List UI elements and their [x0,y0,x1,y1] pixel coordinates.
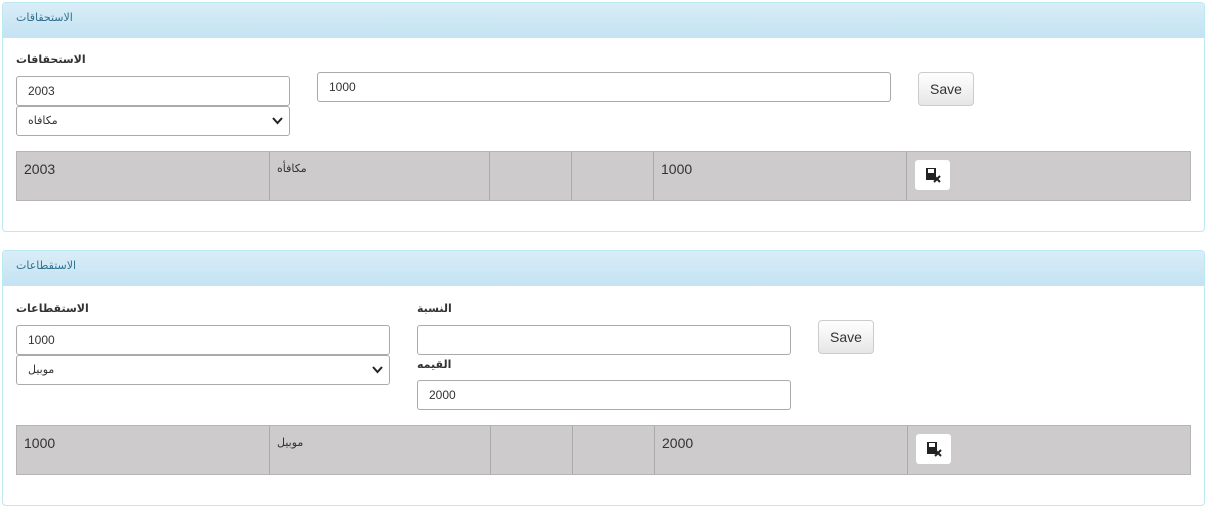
entitlements-heading: الاستحقاقات [3,3,1204,38]
deductions-field-label: الاستقطاعات [16,303,89,315]
deductions-table-row: 1000 موبيل 2000 [16,425,1191,475]
row-cell-amount: 2003 [17,152,270,200]
row-cell-type: موبيل [270,426,491,474]
deductions-panel: الاستقطاعات الاستقطاعات النسبة 1000 موبي… [2,250,1205,506]
row-cell-percent [491,426,573,474]
delete-row-button[interactable] [914,159,951,191]
entitlements-field-label: الاستحقاقات [16,54,86,66]
entitlements-type-selected: مكافاه [28,115,58,127]
chevron-down-icon [272,117,283,125]
deductions-amount-input[interactable]: 1000 [16,325,390,355]
deductions-value-label: القيمه [417,359,452,371]
deductions-percent-input[interactable] [417,325,791,355]
row-cell-extra [572,152,654,200]
row-cell-amount: 1000 [17,426,270,474]
chevron-down-icon [372,366,383,374]
entitlements-type-select[interactable]: مكافاه [16,106,290,136]
entitlements-amount-input[interactable]: 2003 [16,76,290,106]
delete-row-button[interactable] [915,433,952,465]
row-cell-action [907,152,1190,200]
deductions-heading: الاستقطاعات [3,251,1204,286]
entitlements-panel: الاستحقاقات الاستحقاقات 2003 مكافاه 1000… [2,2,1205,232]
entitlements-table-row: 2003 مكافأه 1000 [16,151,1191,201]
row-cell-extra [573,426,655,474]
row-cell-value: 1000 [654,152,907,200]
deductions-value-input[interactable]: 2000 [417,380,791,410]
entitlements-value-input[interactable]: 1000 [317,72,891,102]
row-cell-percent [490,152,572,200]
delete-row-icon [926,442,942,457]
entitlements-save-button[interactable]: Save [918,72,974,106]
row-cell-value: 2000 [655,426,908,474]
deductions-save-button[interactable]: Save [818,320,874,354]
deductions-type-select[interactable]: موبيل [16,355,390,385]
row-cell-type: مكافأه [270,152,490,200]
deductions-percent-label: النسبة [417,303,452,315]
delete-row-icon [925,168,941,183]
row-cell-action [908,426,1190,474]
deductions-type-selected: موبيل [28,364,55,376]
